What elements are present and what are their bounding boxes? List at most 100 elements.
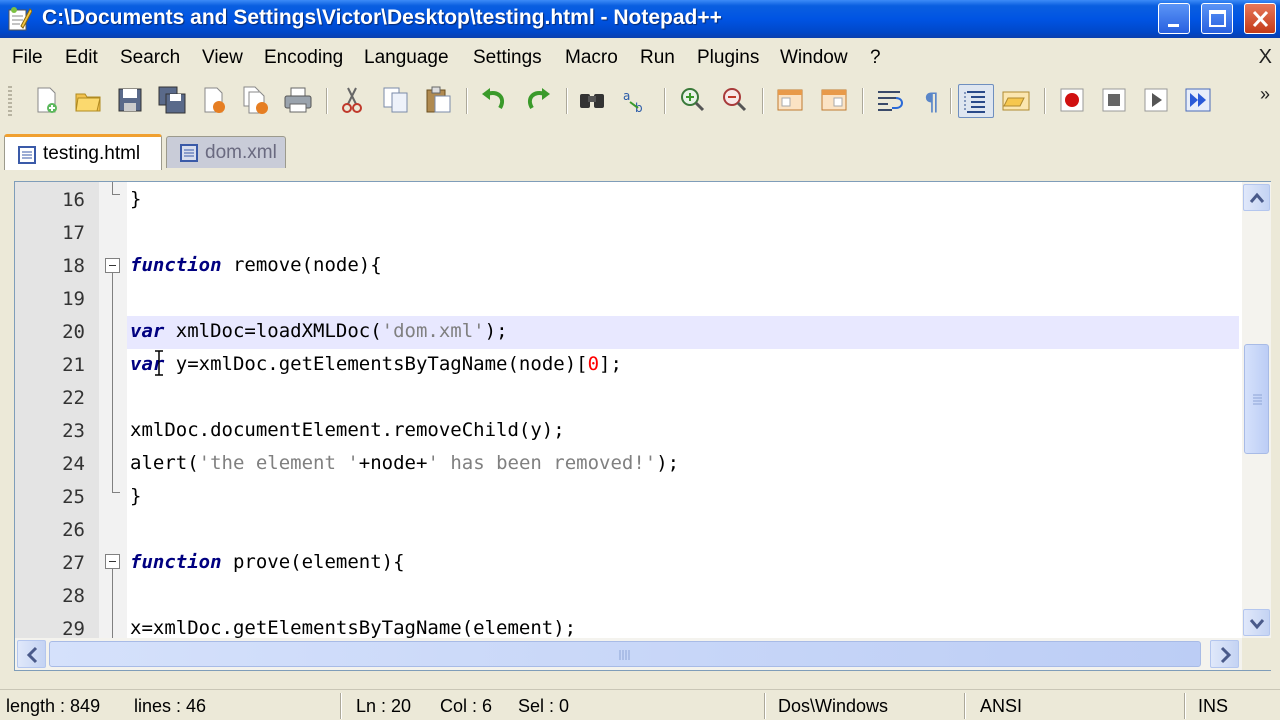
menu-search[interactable]: Search — [120, 47, 180, 69]
close-all-icon[interactable] — [240, 84, 272, 116]
open-file-icon[interactable] — [72, 84, 104, 116]
code-editor[interactable]: 16 17 18 19 20 21 22 23 24 25 26 27 28 2… — [14, 181, 1271, 671]
paste-icon[interactable] — [422, 84, 454, 116]
vertical-scroll-thumb[interactable] — [1244, 344, 1269, 454]
replace-icon[interactable]: ab — [620, 84, 652, 116]
status-divider — [964, 693, 966, 719]
save-all-icon[interactable] — [156, 84, 188, 116]
code-line[interactable] — [127, 382, 1239, 415]
redo-icon[interactable] — [522, 84, 554, 116]
svg-text:b: b — [635, 101, 643, 115]
tab-bar: testing.html dom.xml — [0, 122, 1280, 170]
zoom-in-icon[interactable] — [676, 84, 708, 116]
zoom-out-icon[interactable] — [718, 84, 750, 116]
run-macro-multiple-icon[interactable] — [1182, 84, 1214, 116]
toolbar-separator — [1044, 88, 1046, 114]
code-text-area[interactable]: } function remove(node){ var xmlDoc=load… — [127, 182, 1239, 638]
status-divider — [340, 693, 342, 719]
code-line[interactable]: var y=xmlDoc.getElementsByTagName(node)[… — [127, 349, 1239, 382]
copy-icon[interactable] — [380, 84, 412, 116]
print-icon[interactable] — [282, 84, 314, 116]
close-icon[interactable] — [198, 84, 230, 116]
status-bar: length : 849 lines : 46 Ln : 20 Col : 6 … — [0, 689, 1280, 720]
menu-view[interactable]: View — [202, 47, 243, 69]
code-line[interactable] — [127, 283, 1239, 316]
scroll-right-button[interactable] — [1210, 640, 1239, 668]
toolbar-overflow-icon[interactable]: » — [1260, 84, 1270, 105]
fold-line — [112, 273, 113, 492]
line-number: 21 — [62, 354, 85, 376]
code-line[interactable]: x=xmlDoc.getElementsByTagName(element); — [127, 613, 1239, 638]
sync-vertical-icon[interactable] — [774, 84, 806, 116]
scroll-down-button[interactable] — [1243, 609, 1270, 636]
find-icon[interactable] — [576, 84, 608, 116]
record-macro-icon[interactable] — [1056, 84, 1088, 116]
folder-icon[interactable] — [1000, 84, 1032, 116]
code-text: } — [130, 188, 142, 210]
menu-run[interactable]: Run — [640, 47, 675, 69]
play-macro-icon[interactable] — [1140, 84, 1172, 116]
undo-icon[interactable] — [478, 84, 510, 116]
chevron-up-icon — [1249, 192, 1265, 203]
line-number: 26 — [62, 519, 85, 541]
menu-window[interactable]: Window — [780, 47, 848, 69]
minimize-button[interactable] — [1158, 3, 1190, 34]
status-insert-mode[interactable]: INS — [1198, 696, 1228, 717]
horizontal-scrollbar[interactable] — [15, 638, 1242, 670]
vertical-scrollbar[interactable] — [1242, 182, 1271, 638]
menu-encoding[interactable]: Encoding — [264, 47, 343, 69]
horizontal-scroll-thumb[interactable] — [49, 641, 1201, 667]
save-icon[interactable] — [114, 84, 146, 116]
close-window-button[interactable] — [1244, 3, 1276, 34]
svg-text:a: a — [623, 89, 630, 103]
code-line[interactable]: } — [127, 481, 1239, 514]
code-line[interactable]: } — [127, 184, 1239, 217]
menu-settings[interactable]: Settings — [473, 47, 542, 69]
maximize-button[interactable] — [1201, 3, 1233, 34]
menu-edit[interactable]: Edit — [65, 47, 98, 69]
line-number: 22 — [62, 387, 85, 409]
code-line[interactable] — [127, 514, 1239, 547]
code-line[interactable]: function prove(element){ — [127, 547, 1239, 580]
code-line[interactable]: xmlDoc.documentElement.removeChild(y); — [127, 415, 1239, 448]
stop-macro-icon[interactable] — [1098, 84, 1130, 116]
menu-help[interactable]: ? — [870, 47, 881, 69]
menu-language[interactable]: Language — [364, 47, 449, 69]
line-number: 24 — [62, 453, 85, 475]
line-number: 19 — [62, 288, 85, 310]
chevron-left-icon — [26, 646, 38, 664]
menu-bar: File Edit Search View Encoding Language … — [0, 38, 1280, 78]
menu-file[interactable]: File — [12, 47, 43, 69]
code-text: alert('the element '+node+' has been rem… — [130, 452, 680, 474]
fold-margin[interactable] — [99, 182, 127, 638]
chevron-right-icon — [1220, 646, 1232, 664]
show-all-chars-icon[interactable]: ¶ — [916, 84, 948, 116]
close-document-icon[interactable]: X — [1259, 46, 1272, 69]
scroll-left-button[interactable] — [17, 640, 46, 668]
fold-collapse-icon[interactable] — [105, 258, 120, 273]
menu-plugins[interactable]: Plugins — [697, 47, 759, 69]
new-file-icon[interactable] — [30, 84, 62, 116]
fold-collapse-icon[interactable] — [105, 554, 120, 569]
scroll-up-button[interactable] — [1243, 184, 1270, 211]
fold-line — [112, 569, 113, 638]
code-line[interactable]: function remove(node){ — [127, 250, 1239, 283]
fold-end-marker — [112, 194, 120, 195]
code-line[interactable] — [127, 217, 1239, 250]
toolbar-grip[interactable] — [8, 86, 12, 116]
line-number: 27 — [62, 552, 85, 574]
title-bar: C:\Documents and Settings\Victor\Desktop… — [0, 0, 1280, 38]
code-text: } — [130, 485, 142, 507]
code-line[interactable] — [127, 580, 1239, 613]
document-icon — [180, 144, 198, 162]
cut-icon[interactable] — [336, 84, 368, 116]
toolbar-separator — [566, 88, 568, 114]
menu-macro[interactable]: Macro — [565, 47, 618, 69]
tab-testing-html[interactable]: testing.html — [4, 134, 162, 170]
indent-guide-icon[interactable] — [958, 84, 994, 118]
code-line[interactable]: alert('the element '+node+' has been rem… — [127, 448, 1239, 481]
tab-dom-xml[interactable]: dom.xml — [166, 136, 286, 168]
word-wrap-icon[interactable] — [874, 84, 906, 116]
sync-horizontal-icon[interactable] — [818, 84, 850, 116]
current-code-line[interactable]: var xmlDoc=loadXMLDoc('dom.xml'); — [127, 316, 1239, 349]
